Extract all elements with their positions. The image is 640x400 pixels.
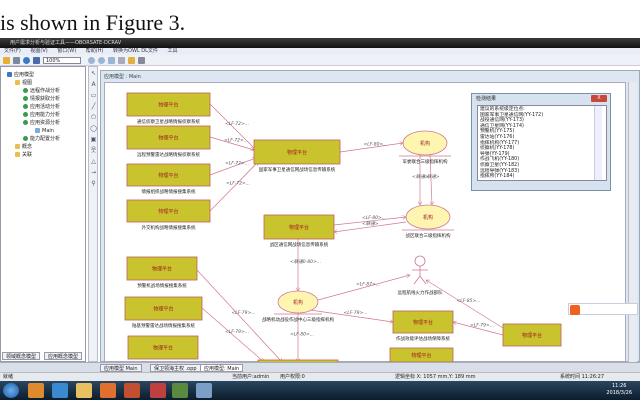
physical-platform-node[interactable]: 物理平台预警机战场情报搜集系统 xyxy=(126,256,198,289)
node-type-label: 物理平台 xyxy=(158,102,178,109)
result-line[interactable]: 指挥所(YY-184) xyxy=(480,174,604,180)
node-name: 国家军事卫星通信网战场信息传输系统 xyxy=(259,166,336,173)
node-name: 作战效能评估战场保障系统 xyxy=(396,335,450,342)
node-type-label: 物理平台 xyxy=(158,172,178,179)
node-type-label: 物理平台 xyxy=(522,332,542,339)
actor-head xyxy=(414,255,426,267)
connector-label: <LF-85>... xyxy=(457,298,481,304)
ie-icon[interactable] xyxy=(52,383,68,398)
app-icon[interactable] xyxy=(100,383,116,398)
app-icon[interactable] xyxy=(28,383,44,398)
connector-label: <LF-72>... xyxy=(224,138,248,144)
app-icon[interactable] xyxy=(124,383,140,398)
actor-icon xyxy=(412,266,428,285)
node-name: 预警机战场情报搜集系统 xyxy=(137,282,187,289)
taskbar: 11:26 2018/3/26 xyxy=(0,381,640,400)
physical-platform-node[interactable]: 物理平台外交机构战略情报搜集系统 xyxy=(126,199,211,231)
node-type-label: 物理平台 xyxy=(153,306,173,313)
organization-node[interactable]: 机构战略机动战役作战中心三级指挥机构 xyxy=(262,290,334,323)
physical-platform-node[interactable]: 物理平台国家军事卫星通信网战场信息传输系统 xyxy=(253,139,341,173)
taskbar-clock[interactable]: 11:26 2018/3/26 xyxy=(606,383,632,397)
node-name: 战区联合三级指挥机构 xyxy=(406,232,451,239)
tab-app-model-main-active[interactable]: 应用模型: Main xyxy=(200,364,244,372)
result-list[interactable]: 建议的系统级定位点: 国家军事卫星通信网(YY-172) 战役通信网(YY-173)… xyxy=(477,105,607,181)
connector-label: <联通> xyxy=(362,221,379,227)
connector-label: <LF-79>... xyxy=(232,310,256,316)
node-type-label: 物理平台 xyxy=(152,266,172,273)
clock-time: 11:26 xyxy=(611,383,627,389)
connector-line[interactable] xyxy=(201,307,264,362)
connector-label: <LF-80>... xyxy=(364,142,388,148)
app-icon[interactable] xyxy=(172,383,188,398)
connector-label: <LF-79>... xyxy=(344,310,368,316)
node-name: 通信侦察卫星战略情报侦察系统 xyxy=(137,118,200,125)
node-name: 远程预警雷达战略情报侦察系统 xyxy=(137,151,200,158)
connector-label: <LF-72>... xyxy=(226,181,250,187)
node-type-label: 物理平台 xyxy=(158,208,178,215)
sogou-icon[interactable] xyxy=(570,305,580,315)
ime-toolbar[interactable] xyxy=(568,303,638,315)
node-name: 外交机构战略情报搜集系统 xyxy=(142,224,196,231)
connector-line[interactable] xyxy=(209,162,258,212)
node-type-label: 物理平台 xyxy=(413,319,433,326)
organization-node[interactable]: 机构军委联合三级指挥机构 xyxy=(399,130,451,165)
physical-platform-node[interactable]: 物理平台 xyxy=(389,347,454,362)
physical-platform-node[interactable]: 物理平台情报组织战略情报搜集系统 xyxy=(126,163,211,195)
node-type-label: 机构 xyxy=(423,214,433,221)
actor-name: 远程航线火力作战部队 xyxy=(398,289,443,296)
node-name: 军委联合三级指挥机构 xyxy=(403,158,448,165)
connector-label: <LF-80>... xyxy=(290,332,314,338)
physical-platform-node[interactable]: 物理平台作战效能评估战场保障系统 xyxy=(392,310,454,342)
tab-defend-sovereignty[interactable]: 保卫领海主权 .opp xyxy=(150,364,201,372)
dialog-title: 检测结果 xyxy=(476,96,497,102)
connector-label: <LF-79>... xyxy=(470,323,494,329)
organization-node[interactable]: 机构战区联合三级指挥机构 xyxy=(402,204,454,239)
connector-label: <LF-80>... xyxy=(362,215,386,221)
start-button[interactable] xyxy=(3,383,19,398)
node-name: 战区通信网战场信息传输系统 xyxy=(270,241,329,248)
dialog-close-button[interactable]: X xyxy=(591,95,607,102)
actor-node[interactable]: 远程航线火力作战部队 xyxy=(398,255,443,296)
physical-platform-node[interactable]: 物理平台 xyxy=(502,323,562,347)
connector-label: <联通0-80>... xyxy=(290,259,321,265)
connector-label: <LF-79>... xyxy=(225,329,249,335)
status-bar: 就绪 当前用户:admin 用户权限:0 逻辑坐标 X: 1057 mm,Y: … xyxy=(0,372,640,381)
physical-platform-node[interactable]: 物理平台战区通信网战场信息传输系统 xyxy=(263,214,335,248)
node-name: 情报组织战略情报搜集系统 xyxy=(142,188,196,195)
connector-label: <LF-87>... xyxy=(356,282,380,288)
connector-line[interactable] xyxy=(317,275,410,301)
connector-label: <联通> xyxy=(423,174,440,180)
explorer-icon[interactable] xyxy=(76,383,92,398)
node-name: 战略机动战役作战中心三级指挥机构 xyxy=(262,316,334,323)
node-type-label: 物理平台 xyxy=(289,224,309,231)
node-type-label: 机构 xyxy=(293,299,303,306)
connector-label: <LF-72>... xyxy=(225,121,249,127)
tab-app-model-main[interactable]: 应用模型 Main xyxy=(100,364,142,372)
physical-platform-node[interactable]: 物理平台陆基预警雷达战场情报搜集系统 xyxy=(124,296,203,329)
connector-line[interactable] xyxy=(196,269,282,362)
node-type-label: 物理平台 xyxy=(287,149,307,156)
check-result-dialog: 检测结果 X 建议的系统级定位点: 国家军事卫星通信网(YY-172) 战役通信网(… xyxy=(471,93,611,191)
node-type-label: 物理平台 xyxy=(411,352,431,359)
physical-platform-node[interactable]: 物理平台 xyxy=(127,335,199,360)
physical-platform-node[interactable]: 物理平台远程预警雷达战略情报侦察系统 xyxy=(126,125,211,158)
physical-platform-node[interactable]: 物理平台通信侦察卫星战略情报侦察系统 xyxy=(126,92,211,125)
clock-date: 2018/3/26 xyxy=(606,390,632,396)
document-tabs: 应用模型 Main 保卫领海主权 .opp 应用模型: Main xyxy=(0,362,640,372)
node-type-label: 机构 xyxy=(420,140,430,147)
node-type-label: 物理平台 xyxy=(153,345,173,352)
node-type-label: 物理平台 xyxy=(158,135,178,142)
app-icon[interactable] xyxy=(150,383,166,398)
node-name: 陆基预警雷达战场情报搜集系统 xyxy=(132,322,195,329)
connector-label: <LF-72>... xyxy=(225,161,249,167)
app-icon[interactable] xyxy=(196,383,212,398)
result-list-scrollbar[interactable] xyxy=(594,106,602,180)
